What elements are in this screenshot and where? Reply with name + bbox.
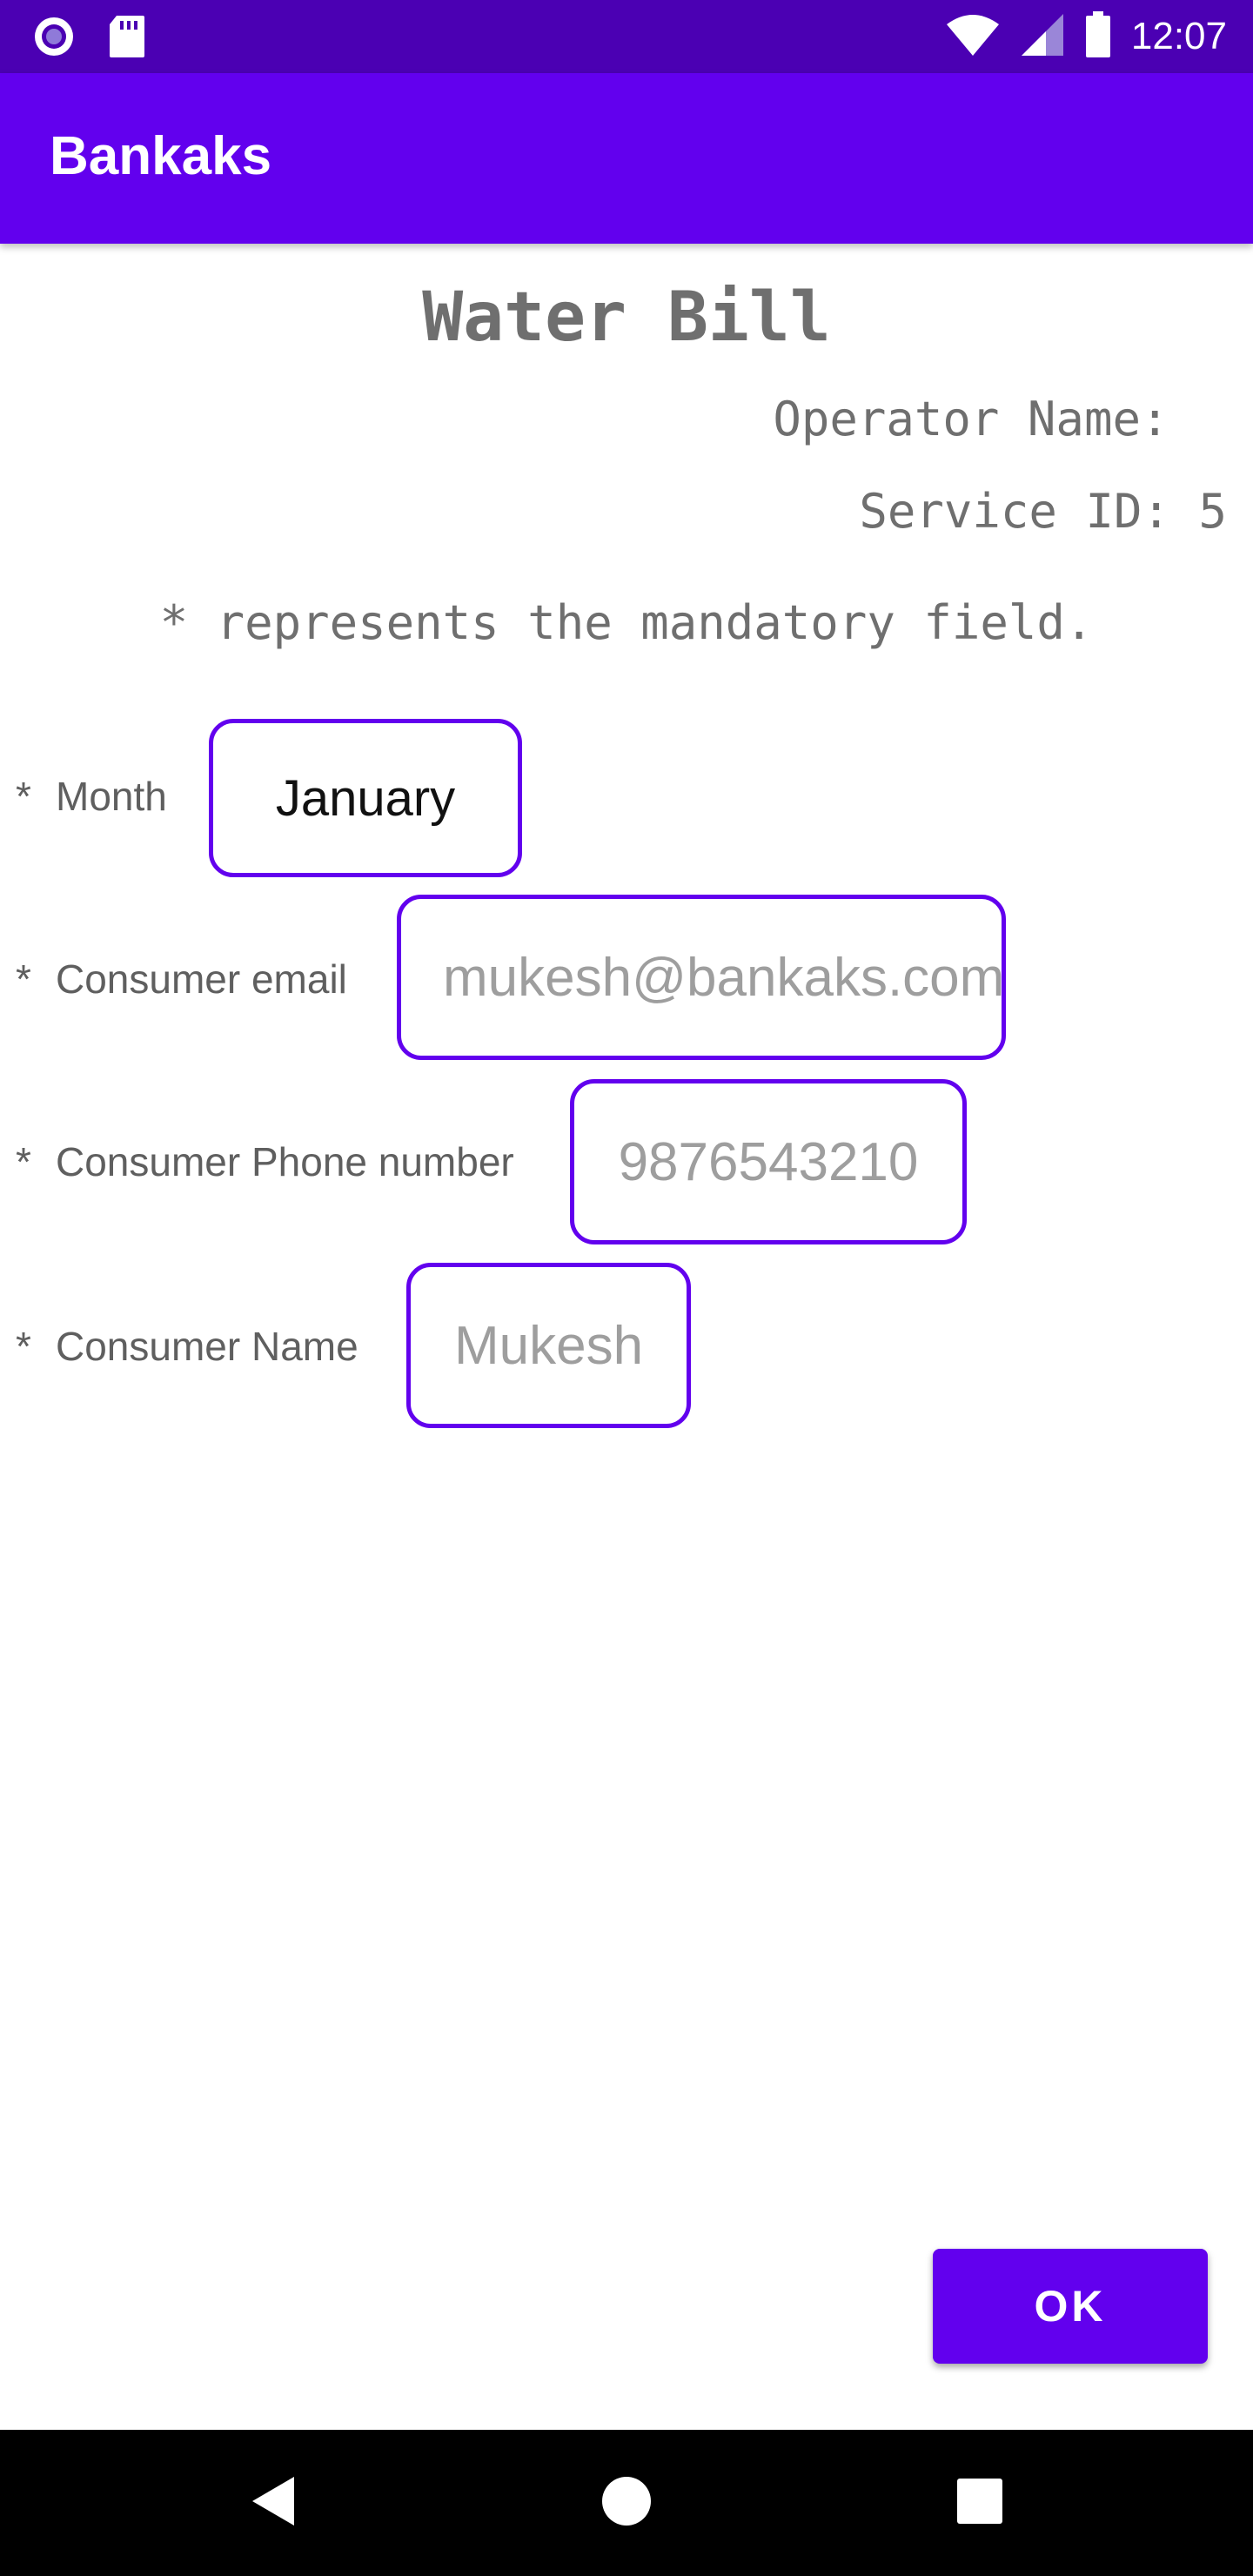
ok-button[interactable]: OK [933, 2249, 1208, 2364]
consumer-phone-placeholder: 9876543210 [618, 1131, 919, 1192]
battery-icon [1084, 10, 1112, 63]
consumer-phone-label: Consumer Phone number [56, 1139, 514, 1184]
consumer-email-row: * Consumer email [16, 956, 347, 1003]
consumer-email-label: Consumer email [56, 956, 347, 1002]
month-row: * Month [16, 773, 167, 820]
required-asterisk: * [16, 774, 31, 819]
app-title: Bankaks [50, 126, 272, 186]
wifi-icon [945, 12, 1001, 62]
month-label: Month [56, 774, 167, 819]
required-asterisk: * [16, 956, 31, 1002]
consumer-phone-field[interactable]: 9876543210 [570, 1079, 967, 1244]
consumer-phone-row: * Consumer Phone number [16, 1138, 514, 1185]
status-right-icons: 12:07 [945, 9, 1227, 64]
signal-icon [1020, 12, 1065, 62]
page-title: Water Bill [422, 278, 831, 357]
notification-dot-icon [31, 14, 77, 64]
consumer-name-row: * Consumer Name [16, 1323, 358, 1370]
required-asterisk: * [16, 1139, 31, 1184]
home-icon [600, 2475, 653, 2532]
navigation-bar [0, 2430, 1253, 2576]
sd-card-icon [108, 14, 146, 64]
mandatory-note: * represents the mandatory field. [159, 595, 1094, 650]
app-bar: Bankaks [0, 73, 1253, 244]
status-time: 12:07 [1130, 15, 1227, 57]
screen: 12:07 Bankaks Water Bill Operator Name: … [0, 0, 1253, 2576]
operator-name-label: Operator Name: [773, 392, 1197, 446]
month-dropdown[interactable]: January [209, 719, 522, 877]
consumer-name-label: Consumer Name [56, 1324, 358, 1369]
consumer-name-placeholder: Mukesh [453, 1315, 644, 1376]
recents-icon [955, 2477, 1004, 2530]
status-left-icons [31, 14, 146, 64]
back-icon [249, 2473, 298, 2533]
consumer-email-field[interactable]: mukesh@bankaks.com [397, 895, 1006, 1060]
required-asterisk: * [16, 1324, 31, 1369]
home-button[interactable] [557, 2430, 696, 2576]
consumer-email-placeholder: mukesh@bankaks.com [443, 947, 1005, 1008]
back-button[interactable] [204, 2430, 343, 2576]
consumer-name-field[interactable]: Mukesh [406, 1263, 691, 1428]
month-value: January [275, 769, 456, 827]
status-bar: 12:07 [0, 0, 1253, 73]
service-id-label: Service ID: 5 [859, 484, 1227, 539]
recents-button[interactable] [910, 2430, 1049, 2576]
